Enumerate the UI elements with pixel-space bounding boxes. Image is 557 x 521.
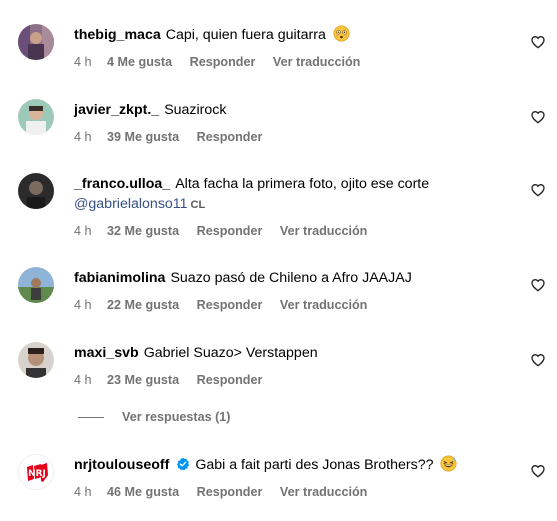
comment-time: 4 h	[74, 55, 92, 69]
nrj-logo: NRJ	[19, 455, 53, 489]
comment-time: 4 h	[74, 130, 92, 144]
comment-likes[interactable]: 32 Me gusta	[107, 224, 179, 238]
heart-outline-icon[interactable]	[530, 182, 546, 198]
flushed-face-icon	[333, 25, 350, 42]
reply-button[interactable]: Responder	[197, 373, 263, 387]
country-flag-label: CL	[190, 199, 206, 211]
avatar[interactable]	[18, 99, 54, 135]
comment-username[interactable]: _franco.ulloa_	[74, 176, 170, 192]
view-replies-label: Ver respuestas (1)	[122, 410, 231, 424]
avatar[interactable]	[18, 342, 54, 378]
divider-line	[78, 417, 104, 419]
comments-list: thebig_maca Capi, quien fuera guitarra 4 …	[0, 0, 557, 521]
comment-likes[interactable]: 4 Me gusta	[107, 55, 172, 69]
translate-button[interactable]: Ver traducción	[273, 55, 361, 69]
comment-text: Alta facha la primera foto, ojito ese co…	[175, 176, 430, 192]
avatar[interactable]	[18, 267, 54, 303]
comment-text: Suazirock	[164, 102, 227, 118]
heart-outline-icon[interactable]	[530, 34, 546, 50]
comment-time: 4 h	[74, 373, 92, 387]
comment-likes[interactable]: 22 Me gusta	[107, 298, 179, 312]
heart-outline-icon[interactable]	[530, 277, 546, 293]
comment-text: Capi, quien fuera guitarra	[165, 27, 326, 43]
heart-outline-icon[interactable]	[530, 463, 546, 479]
translate-button[interactable]: Ver traducción	[280, 485, 368, 499]
comment-text: Gabriel Suazo> Verstappen	[143, 345, 318, 361]
comment-username[interactable]: javier_zkpt._	[74, 102, 159, 118]
comment-likes[interactable]: 23 Me gusta	[107, 373, 179, 387]
comment-username[interactable]: maxi_svb	[74, 345, 139, 361]
reply-button[interactable]: Responder	[197, 298, 263, 312]
translate-button[interactable]: Ver traducción	[280, 298, 368, 312]
comment-likes[interactable]: 46 Me gusta	[107, 485, 179, 499]
reply-button[interactable]: Responder	[197, 224, 263, 238]
comment-time: 4 h	[74, 485, 92, 499]
reply-button[interactable]: Responder	[197, 485, 263, 499]
comment-username[interactable]: fabianimolina	[74, 270, 165, 286]
heart-outline-icon[interactable]	[530, 352, 546, 368]
reply-button[interactable]: Responder	[197, 130, 263, 144]
comment-time: 4 h	[74, 224, 92, 238]
comment-text: Suazo pasó de Chileno a Afro JAAJAJ	[170, 270, 412, 286]
comment-mention[interactable]: @gabrielalonso11	[74, 196, 188, 212]
comment-time: 4 h	[74, 298, 92, 312]
avatar[interactable]	[18, 173, 54, 209]
view-replies-button[interactable]: Ver respuestas (1)	[78, 410, 231, 424]
verified-badge-icon	[177, 457, 190, 471]
comment-likes[interactable]: 39 Me gusta	[107, 130, 179, 144]
comment-username[interactable]: nrjtoulouseoff	[74, 457, 169, 473]
avatar[interactable]: NRJ	[18, 454, 54, 490]
heart-outline-icon[interactable]	[530, 109, 546, 125]
grinning-squinting-face-with-sweat-icon	[440, 455, 457, 472]
svg-text:NRJ: NRJ	[28, 469, 46, 479]
avatar[interactable]	[18, 24, 54, 60]
reply-button[interactable]: Responder	[190, 55, 256, 69]
comment-text: Gabi a fait parti des Jonas Brothers??	[195, 457, 434, 473]
comment-username[interactable]: thebig_maca	[74, 27, 161, 43]
translate-button[interactable]: Ver traducción	[280, 224, 368, 238]
